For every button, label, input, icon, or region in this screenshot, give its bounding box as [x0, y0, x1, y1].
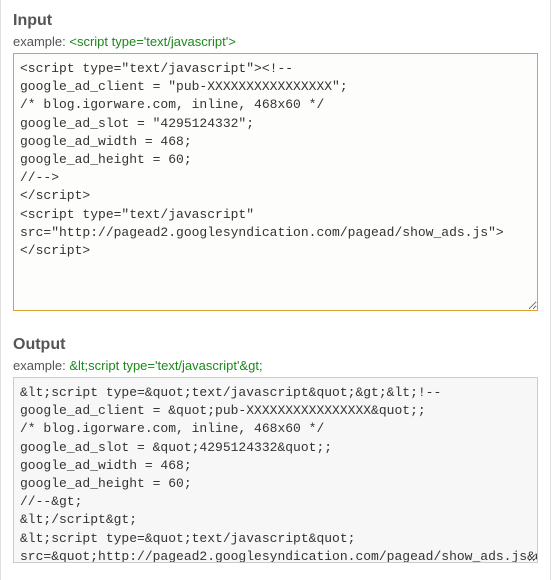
output-example-label: example: [13, 358, 66, 373]
input-textarea[interactable] [13, 53, 538, 311]
output-example-text: &lt;script type='text/javascript'&gt; [69, 358, 262, 373]
input-example-line: example: <script type='text/javascript'> [13, 34, 538, 49]
output-example-line: example: &lt;script type='text/javascrip… [13, 358, 538, 373]
converter-panel: Input example: <script type='text/javasc… [0, 0, 551, 580]
input-example-label: example: [13, 34, 66, 49]
input-example-text: <script type='text/javascript'> [69, 34, 235, 49]
input-section-title: Input [13, 12, 538, 30]
output-textarea[interactable] [13, 377, 538, 563]
output-section-title: Output [13, 336, 538, 354]
